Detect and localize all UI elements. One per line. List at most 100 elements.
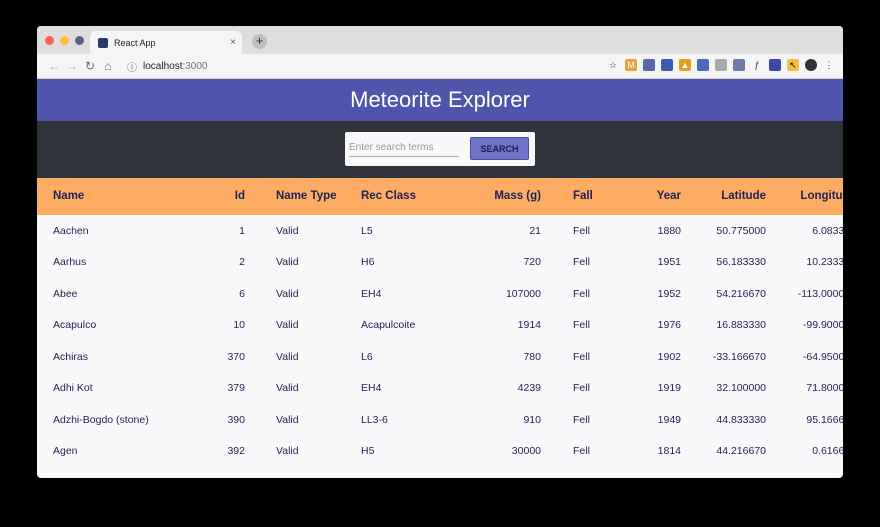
cell-id: 6	[239, 287, 245, 300]
cell-name: Adhi Kot	[53, 382, 93, 395]
extension-icon[interactable]	[769, 59, 781, 71]
gmail-extension-icon[interactable]: M	[625, 59, 637, 71]
menu-kebab-icon[interactable]: ⋮	[823, 59, 835, 71]
cell-name: Aguada	[37, 467, 181, 478]
url-host: localhost	[143, 60, 183, 72]
table-row[interactable]: Adzhi-Bogdo (stone) 390 Valid LL3-6 910 Fell 1…	[37, 404, 843, 436]
cell-mass: 720	[523, 256, 541, 269]
table-row[interactable]: Agen 392 Valid H5 30000 Fell 1814 44.216670 0.61…	[37, 436, 843, 468]
cell-fall: Fell	[573, 287, 590, 300]
cell-id: 392	[227, 445, 245, 458]
cell-id: 10	[233, 319, 245, 332]
cell-latitude: -31.600000	[681, 467, 766, 478]
search-input[interactable]	[349, 138, 459, 157]
bookmark-star-icon[interactable]: ☆	[607, 59, 619, 71]
cell-name: Abee	[53, 287, 78, 300]
extension-icon[interactable]	[697, 59, 709, 71]
function-extension-icon[interactable]: ƒ	[751, 59, 763, 71]
search-button[interactable]: SEARCH	[470, 137, 529, 160]
column-header-longitude[interactable]: Longitude	[766, 178, 843, 215]
profile-avatar-icon[interactable]	[805, 59, 817, 71]
cell-year: 1919	[657, 382, 681, 395]
cell-mass: 107000	[505, 287, 541, 300]
browser-toolbar: ← → ↻ ⌂ ⓘ localhost:3000 ☆ M ▲ ƒ ↖ ⋮	[37, 54, 843, 79]
cell-fall: Fell	[573, 350, 590, 363]
column-header-name-type[interactable]: Name Type	[245, 178, 351, 215]
cell-rec-class: EH4	[361, 287, 382, 300]
forward-arrow-icon[interactable]: →	[63, 59, 81, 73]
cell-fall: Fell	[573, 382, 590, 395]
home-icon[interactable]: ⌂	[99, 59, 117, 73]
extension-icon[interactable]	[733, 59, 745, 71]
cell-id: 370	[227, 350, 245, 363]
cell-rec-class: L6	[351, 467, 451, 478]
cursor-extension-icon[interactable]: ↖	[787, 59, 799, 71]
cell-latitude: 44.216670	[716, 445, 766, 458]
column-header-name[interactable]: Name	[37, 178, 181, 215]
extension-icon[interactable]	[661, 59, 673, 71]
cell-id: 398	[181, 467, 245, 478]
column-header-year[interactable]: Year	[627, 178, 681, 215]
cell-year: 1976	[657, 319, 681, 332]
cell-name: Adzhi-Bogdo (stone)	[53, 413, 149, 426]
cell-name-type: Valid	[276, 445, 299, 458]
browser-tab[interactable]: React App ×	[90, 31, 242, 54]
table-row[interactable]: Aarhus 2 Valid H6 720 Fell 1951 56.183330 10.233…	[37, 247, 843, 279]
cell-mass: 30000	[511, 445, 541, 458]
search-bar: SEARCH	[37, 121, 843, 178]
address-bar[interactable]: ⓘ localhost:3000	[127, 59, 208, 74]
cell-rec-class: H6	[361, 256, 375, 269]
cell-longitude: -64.950000	[802, 350, 843, 363]
cell-rec-class: Acapulcoite	[361, 319, 416, 332]
search-panel: SEARCH	[345, 132, 535, 166]
cell-fall: Fell	[573, 319, 590, 332]
table-header-row: Name Id Name Type Rec Class Mass (g) Fal…	[37, 178, 843, 215]
cell-name-type: Valid	[276, 382, 299, 395]
cell-mass: 1914	[517, 319, 541, 332]
extension-icon[interactable]	[715, 59, 727, 71]
cell-latitude: 50.775000	[716, 224, 766, 237]
react-favicon-icon	[98, 37, 108, 48]
cell-longitude: 71.800000	[806, 382, 843, 395]
table-row[interactable]: Adhi Kot 379 Valid EH4 4239 Fell 1919 32.100000…	[37, 373, 843, 405]
zoom-window-button[interactable]	[75, 36, 84, 45]
cell-fall: Fell	[573, 413, 590, 426]
tab-title: React App	[114, 37, 156, 48]
browser-window: React App × + ← → ↻ ⌂ ⓘ localhost:3000 ☆…	[37, 26, 843, 478]
cell-name: Aachen	[53, 224, 89, 237]
column-header-id[interactable]: Id	[181, 178, 245, 215]
cell-longitude: 0.616670	[812, 445, 843, 458]
cell-name-type: Valid	[276, 413, 299, 426]
table-row[interactable]: Aguada398ValidL61620Fell1930-31.600000-6…	[37, 467, 843, 478]
new-tab-button[interactable]: +	[252, 34, 267, 49]
back-arrow-icon[interactable]: ←	[45, 59, 63, 73]
cell-mass: 4239	[517, 382, 541, 395]
cell-fall: Fell	[573, 445, 590, 458]
cell-rec-class: LL3-6	[361, 413, 388, 426]
cell-longitude: -65.233330	[766, 467, 843, 478]
page-title: Meteorite Explorer	[350, 87, 530, 112]
cell-latitude: 44.833330	[716, 413, 766, 426]
extension-icon[interactable]	[643, 59, 655, 71]
minimize-window-button[interactable]	[60, 36, 69, 45]
drive-extension-icon[interactable]: ▲	[679, 59, 691, 71]
app-header: Meteorite Explorer	[37, 79, 843, 121]
column-header-fall[interactable]: Fall	[541, 178, 627, 215]
cell-latitude: -33.166670	[712, 350, 766, 363]
column-header-rec-class[interactable]: Rec Class	[351, 178, 451, 215]
table-row[interactable]: Aachen 1 Valid L5 21 Fell 1880 50.775000 6.08333…	[37, 215, 843, 247]
tab-close-icon[interactable]: ×	[230, 37, 236, 48]
table-row[interactable]: Achiras 370 Valid L6 780 Fell 1902 -33.166670 -6…	[37, 341, 843, 373]
cell-fall: Fell	[573, 224, 590, 237]
column-header-latitude[interactable]: Latitude	[681, 178, 766, 215]
cell-mass: 21	[529, 224, 541, 237]
table-row[interactable]: Acapulco 10 Valid Acapulcoite 1914 Fell 1976 16…	[37, 310, 843, 342]
column-header-mass[interactable]: Mass (g)	[451, 178, 541, 215]
info-icon[interactable]: ⓘ	[127, 59, 137, 74]
table-row[interactable]: Abee 6 Valid EH4 107000 Fell 1952 54.216670 -113…	[37, 278, 843, 310]
tab-strip: React App × +	[37, 26, 843, 54]
reload-icon[interactable]: ↻	[81, 59, 99, 73]
close-window-button[interactable]	[45, 36, 54, 45]
cell-name-type: Valid	[276, 350, 299, 363]
cell-latitude: 32.100000	[716, 382, 766, 395]
